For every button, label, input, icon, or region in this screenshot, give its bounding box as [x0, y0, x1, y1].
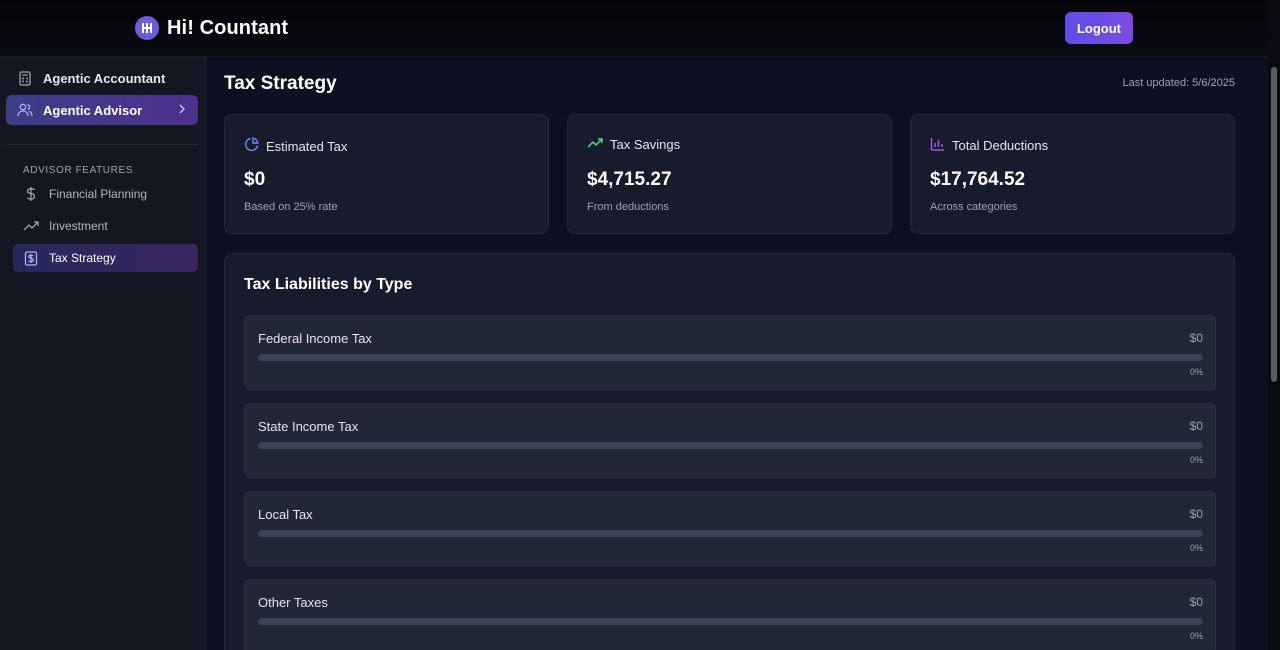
tax-savings-card: Tax Savings $4,715.27 From deductions: [567, 114, 892, 234]
scrollbar-thumb[interactable]: [1271, 67, 1277, 382]
sidebar-item-financial-planning[interactable]: Financial Planning: [13, 180, 198, 208]
sidebar-item-label: Tax Strategy: [49, 251, 116, 265]
card-value: $0: [244, 169, 266, 190]
page-title: Tax Strategy: [224, 73, 337, 94]
liability-name: Federal Income Tax: [258, 331, 372, 346]
liability-row-local: Local Tax $0 0%: [244, 491, 1216, 566]
liability-name: State Income Tax: [258, 419, 359, 434]
progress-bar: [258, 530, 1203, 537]
logout-button[interactable]: Logout: [1065, 12, 1133, 44]
liability-percent: 0%: [1189, 631, 1203, 641]
pie-chart-icon: [244, 137, 259, 155]
liability-name: Local Tax: [258, 507, 313, 522]
tax-liabilities-panel: Tax Liabilities by Type Federal Income T…: [224, 253, 1235, 650]
app-name: Hi! Countant: [167, 16, 289, 39]
chevron-right-icon: [178, 103, 186, 118]
sidebar: Agentic Accountant Agentic Advisor ADVIS…: [0, 57, 206, 650]
liability-row-other: Other Taxes $0 0%: [244, 579, 1216, 650]
liability-amount: $0: [1189, 419, 1203, 433]
sidebar-item-label: Agentic Accountant: [43, 70, 166, 86]
section-label: ADVISOR FEATURES: [23, 165, 133, 176]
liability-amount: $0: [1189, 595, 1203, 609]
liability-percent: 0%: [1189, 367, 1203, 377]
sidebar-item-agentic-advisor[interactable]: Agentic Advisor: [6, 95, 198, 125]
users-icon: [17, 102, 33, 118]
card-title: Tax Savings: [610, 137, 681, 152]
liability-row-state: State Income Tax $0 0%: [244, 403, 1216, 478]
trending-up-icon: [23, 218, 39, 234]
top-bar: Hi! Countant Logout: [0, 0, 1280, 57]
sidebar-item-label: Agentic Advisor: [43, 102, 143, 118]
card-title: Estimated Tax: [266, 138, 348, 154]
scrollbar[interactable]: [1268, 57, 1280, 650]
liability-amount: $0: [1189, 331, 1203, 345]
sidebar-item-label: Financial Planning: [49, 187, 148, 201]
sidebar-divider: [6, 144, 198, 145]
receipt-dollar-icon: [23, 250, 39, 266]
sidebar-item-label: Investment: [49, 219, 108, 233]
card-subtext: Across categories: [930, 201, 1018, 213]
logo-icon: [135, 16, 159, 40]
liability-percent: 0%: [1189, 455, 1203, 465]
card-value: $4,715.27: [587, 169, 672, 190]
section-title: Tax Liabilities by Type: [244, 276, 413, 293]
main-content: Tax Strategy Last updated: 5/6/2025 Esti…: [206, 57, 1268, 650]
liability-percent: 0%: [1189, 543, 1203, 553]
brand[interactable]: Hi! Countant: [135, 16, 288, 40]
sidebar-item-investment[interactable]: Investment: [13, 212, 198, 240]
card-subtext: From deductions: [587, 201, 669, 213]
progress-bar: [258, 618, 1203, 625]
dollar-icon: [23, 186, 39, 202]
card-value: $17,764.52: [930, 169, 1026, 190]
estimated-tax-card: Estimated Tax $0 Based on 25% rate: [224, 114, 549, 234]
sidebar-item-agentic-accountant[interactable]: Agentic Accountant: [6, 64, 198, 92]
sidebar-item-tax-strategy[interactable]: Tax Strategy: [13, 244, 198, 272]
progress-bar: [258, 442, 1203, 449]
bar-chart-icon: [930, 137, 945, 154]
card-title: Total Deductions: [952, 138, 1049, 153]
trending-up-icon: [587, 137, 603, 152]
liability-amount: $0: [1189, 507, 1203, 521]
liability-row-federal: Federal Income Tax $0 0%: [244, 315, 1216, 390]
last-updated: Last updated: 5/6/2025: [1122, 77, 1235, 89]
progress-bar: [258, 354, 1203, 361]
total-deductions-card: Total Deductions $17,764.52 Across categ…: [910, 114, 1235, 234]
card-subtext: Based on 25% rate: [244, 201, 338, 213]
scrollbar-top: [1268, 0, 1280, 57]
liability-name: Other Taxes: [258, 595, 328, 610]
calculator-icon: [17, 70, 33, 86]
